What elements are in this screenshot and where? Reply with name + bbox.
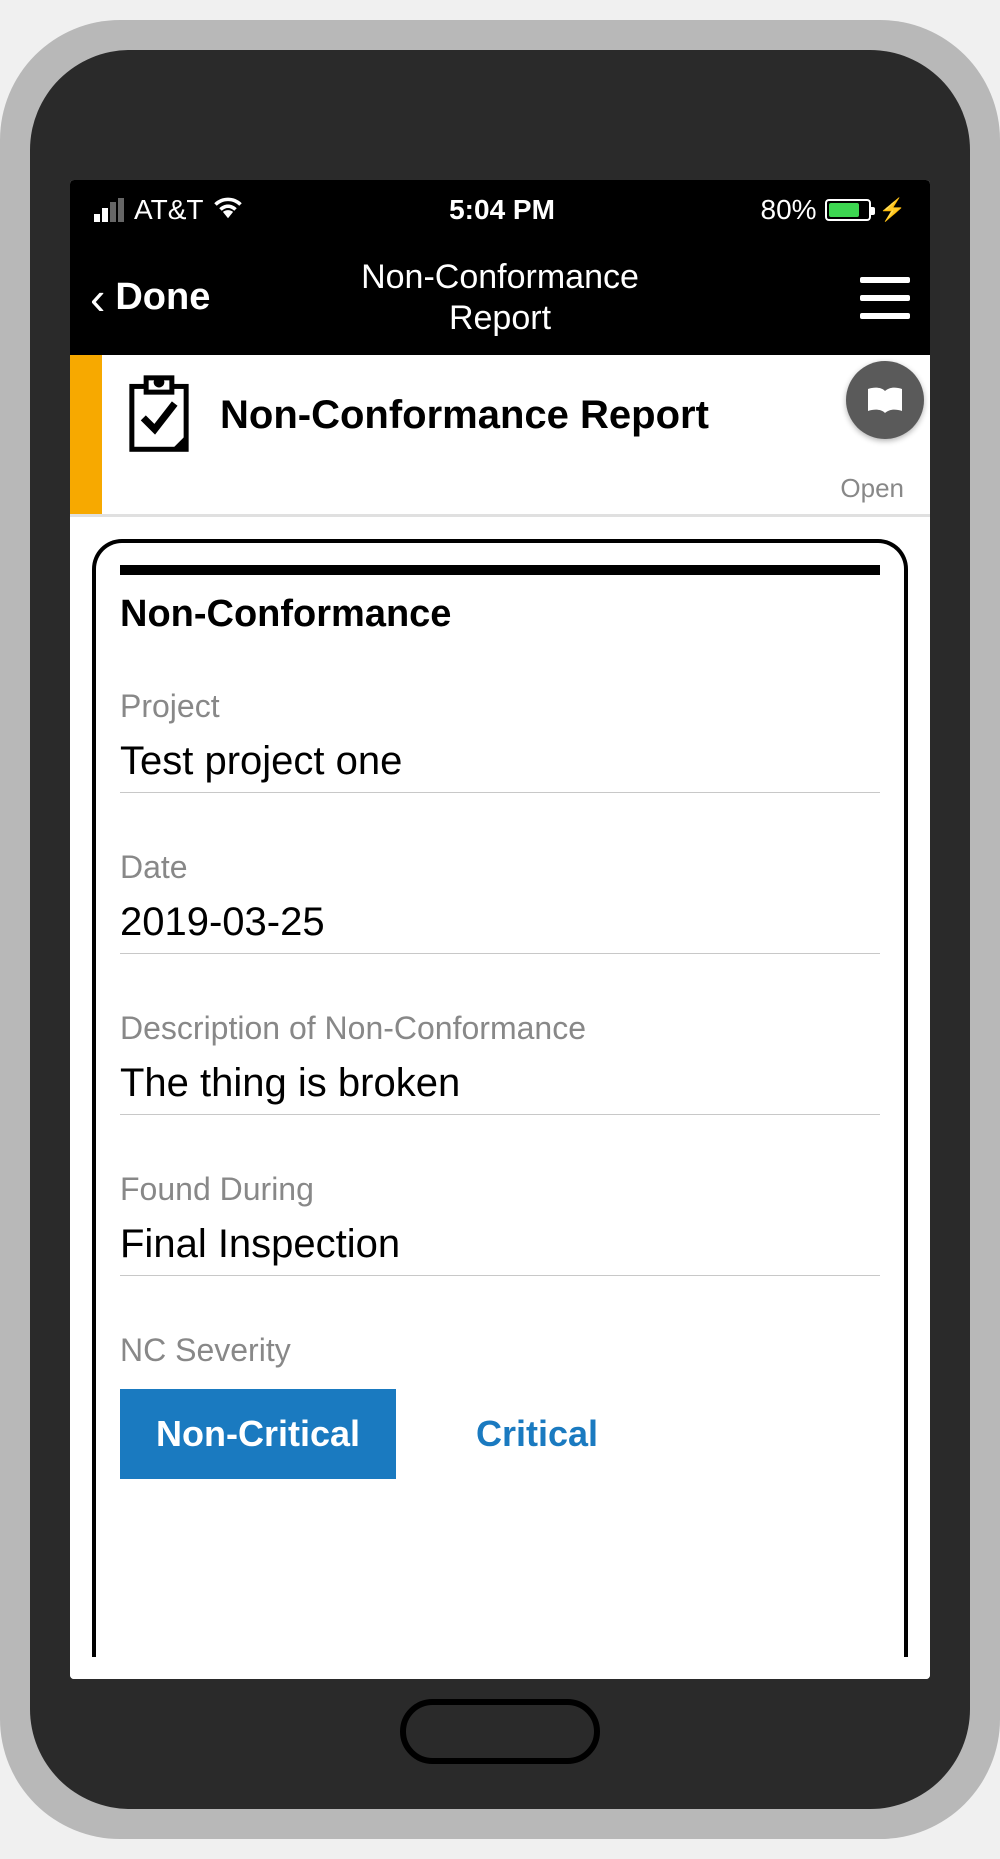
report-header: Non-Conformance Report Open <box>70 355 930 517</box>
accent-bar <box>70 355 102 514</box>
field-value: Test project one <box>120 739 880 793</box>
hamburger-icon <box>860 277 910 283</box>
status-bar: AT&T 5:04 PM 80% ⚡ <box>70 180 930 240</box>
status-time: 5:04 PM <box>449 194 555 226</box>
signal-strength-icon <box>94 198 124 222</box>
phone-inner-bezel: AT&T 5:04 PM 80% ⚡ <box>30 50 970 1809</box>
field-label: NC Severity <box>120 1332 880 1369</box>
field-value: 2019-03-25 <box>120 900 880 954</box>
field-value: Final Inspection <box>120 1222 880 1276</box>
severity-critical-button[interactable]: Critical <box>440 1389 634 1479</box>
severity-non-critical-button[interactable]: Non-Critical <box>120 1389 396 1479</box>
chevron-left-icon: ‹ <box>90 271 105 325</box>
field-description[interactable]: Description of Non-Conformance The thing… <box>120 1010 880 1115</box>
open-reference-button[interactable] <box>846 361 924 439</box>
field-value: The thing is broken <box>120 1061 880 1115</box>
carrier-label: AT&T <box>134 194 203 226</box>
screen-title: Non-Conformance Report <box>310 257 690 339</box>
clipboard-check-icon <box>120 373 198 457</box>
report-status: Open <box>120 473 912 504</box>
field-severity: NC Severity Non-Critical Critical <box>120 1332 880 1479</box>
form-card: Non-Conformance Project Test project one… <box>92 539 908 1657</box>
menu-button[interactable] <box>860 277 910 319</box>
battery-icon <box>825 199 871 221</box>
status-right: 80% ⚡ <box>761 194 906 226</box>
home-button[interactable] <box>400 1699 600 1764</box>
field-project[interactable]: Project Test project one <box>120 688 880 793</box>
section-heading: Non-Conformance <box>120 593 880 636</box>
status-left: AT&T <box>94 194 243 226</box>
field-label: Date <box>120 849 880 886</box>
field-found-during[interactable]: Found During Final Inspection <box>120 1171 880 1276</box>
field-label: Project <box>120 688 880 725</box>
wifi-icon <box>213 194 243 226</box>
field-label: Description of Non-Conformance <box>120 1010 880 1047</box>
report-title: Non-Conformance Report <box>220 393 912 438</box>
section-divider <box>120 565 880 575</box>
field-date[interactable]: Date 2019-03-25 <box>120 849 880 954</box>
form-area: Non-Conformance Project Test project one… <box>70 517 930 1679</box>
back-button[interactable]: ‹ Done <box>90 271 210 325</box>
nav-bar: ‹ Done Non-Conformance Report <box>70 240 930 355</box>
charging-icon: ⚡ <box>879 197 906 223</box>
battery-percent: 80% <box>761 194 817 226</box>
screen: AT&T 5:04 PM 80% ⚡ <box>70 180 930 1679</box>
field-label: Found During <box>120 1171 880 1208</box>
book-open-icon <box>865 385 905 415</box>
phone-device-frame: AT&T 5:04 PM 80% ⚡ <box>0 20 1000 1839</box>
back-label: Done <box>115 276 210 319</box>
